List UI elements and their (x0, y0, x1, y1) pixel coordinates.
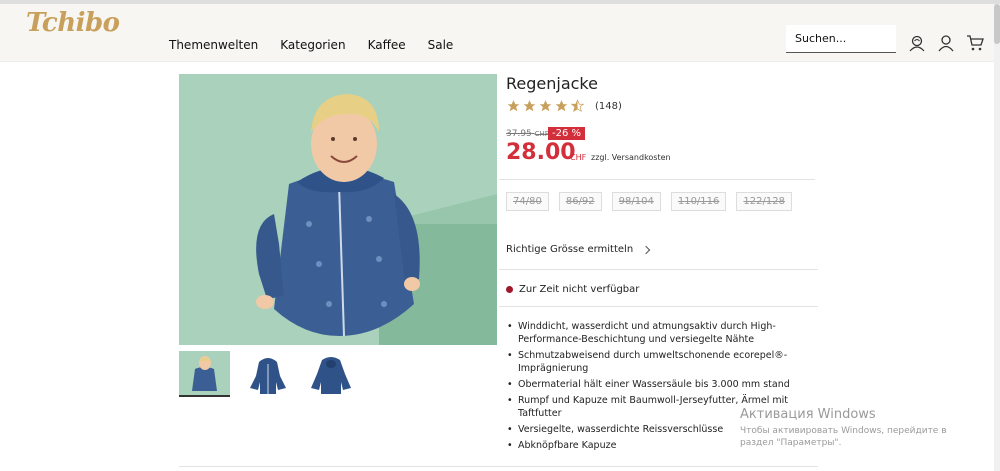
old-price-currency: CHF (534, 130, 549, 138)
divider (499, 269, 818, 270)
old-price-value: 37.95 (506, 129, 532, 139)
size-option-74-80[interactable]: 74/80 (506, 192, 549, 211)
star-icon (555, 100, 568, 112)
scrollbar-thumb[interactable] (994, 4, 1000, 44)
logo-text: Tchibo (26, 8, 120, 38)
star-icon (507, 100, 520, 112)
availability-text: Zur Zeit nicht verfügbar (519, 284, 640, 295)
tchibo-logo[interactable]: Tchibo (26, 8, 120, 38)
availability-status: Zur Zeit nicht verfügbar (506, 284, 639, 295)
size-option-122-128[interactable]: 122/128 (736, 192, 792, 211)
half-star-icon (570, 99, 585, 113)
list-item: Obermaterial hält einer Wassersäule bis … (506, 378, 818, 391)
shipping-note[interactable]: zzgl. Versandkosten (591, 153, 671, 162)
old-price: 37.95 CHF (506, 129, 549, 139)
list-item: Winddicht, wasserdicht und atmungsaktiv … (506, 320, 818, 346)
star-icon (523, 100, 536, 112)
size-guide-label: Richtige Grösse ermitteln (506, 244, 634, 255)
search-input[interactable] (786, 25, 896, 52)
size-guide-link[interactable]: Richtige Grösse ermitteln (506, 244, 651, 255)
product-main-image[interactable] (179, 74, 497, 345)
size-option-86-92[interactable]: 86/92 (558, 192, 602, 211)
status-dot-icon (506, 286, 513, 293)
size-option-110-116[interactable]: 110/116 (670, 192, 727, 211)
size-selector: 74/80 86/92 98/104 110/116 122/128 (506, 192, 792, 211)
nav-item-kaffee[interactable]: Kaffee (368, 38, 406, 52)
divider (499, 306, 818, 307)
thumbnail-2[interactable] (242, 351, 293, 397)
divider (499, 179, 815, 180)
product-info: Regenjacke (506, 74, 818, 93)
list-item: Schmutzabweisend durch umweltschonende e… (506, 349, 818, 375)
product-title: Regenjacke (506, 74, 598, 93)
current-price: 28.00 (506, 140, 576, 165)
main-nav: Themenwelten Kategorien Kaffee Sale (169, 38, 475, 52)
nav-item-sale[interactable]: Sale (428, 38, 454, 52)
page-scrollbar[interactable] (994, 4, 1000, 471)
nav-item-themenwelten[interactable]: Themenwelten (169, 38, 258, 52)
site-header: Tchibo Themenwelten Kategorien Kaffee Sa… (0, 4, 1000, 62)
user-icon[interactable] (937, 34, 955, 52)
search-box (786, 25, 896, 53)
nav-item-kategorien[interactable]: Kategorien (280, 38, 345, 52)
account-coffee-icon[interactable] (908, 34, 926, 52)
windows-activation-text: Чтобы активировать Windows, перейдите в … (740, 426, 947, 448)
chevron-right-icon (641, 245, 651, 254)
discount-badge: -26 % (548, 127, 586, 140)
size-option-98-104[interactable]: 98/104 (611, 192, 661, 211)
thumbnail-1[interactable] (179, 351, 230, 397)
star-rating (506, 99, 585, 113)
star-icon (539, 100, 552, 112)
product-rating[interactable]: (148) (506, 99, 622, 113)
section-divider (179, 466, 818, 467)
cart-icon[interactable] (966, 34, 984, 52)
price-currency: CHF (570, 153, 587, 162)
windows-activation-title: Активация Windows (740, 407, 876, 422)
thumbnail-strip (179, 351, 356, 397)
review-count[interactable]: (148) (595, 101, 622, 112)
thumbnail-3[interactable] (305, 351, 356, 397)
